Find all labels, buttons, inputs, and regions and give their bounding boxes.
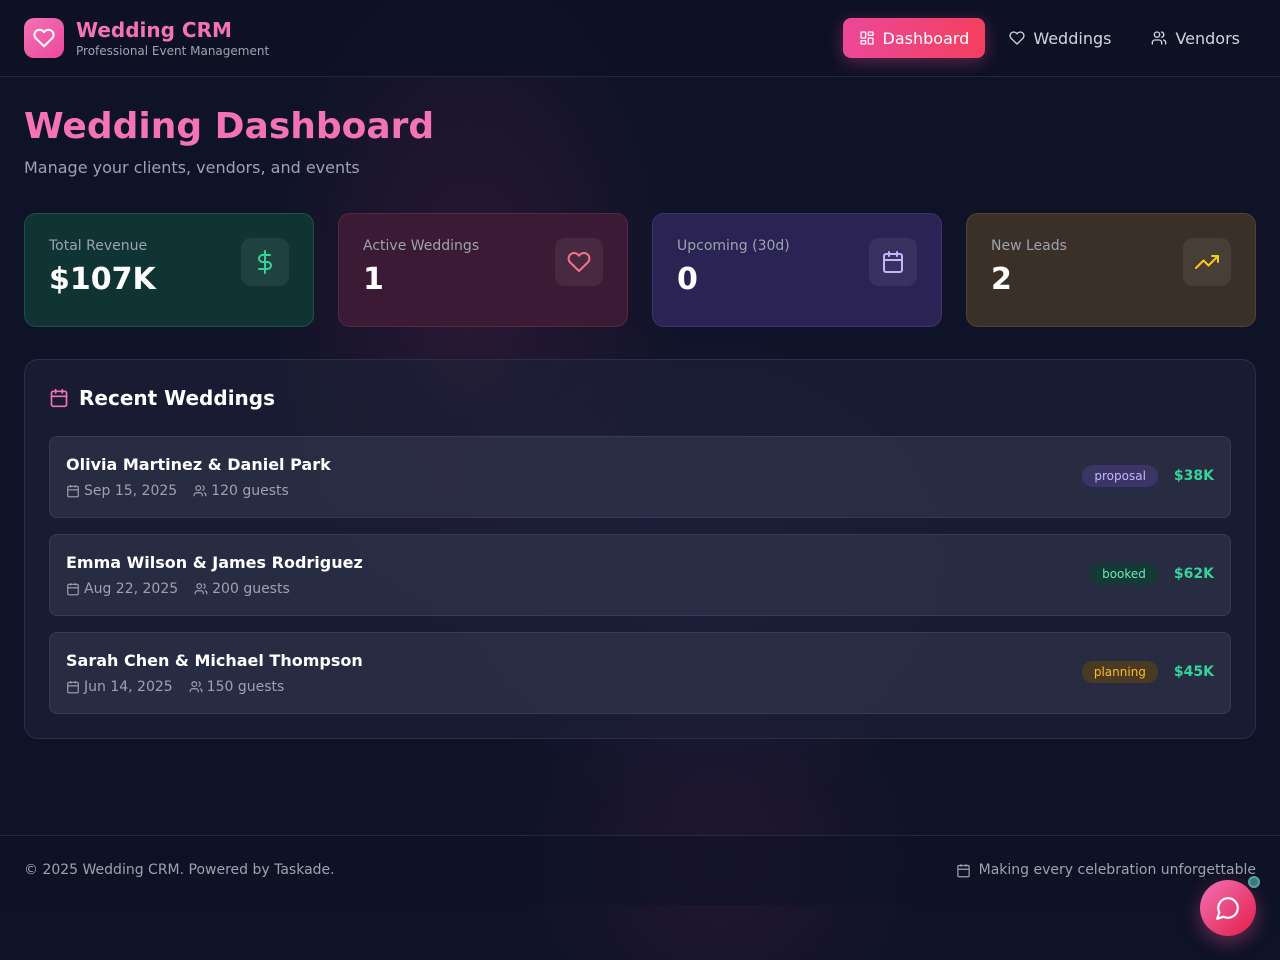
brand-title: Wedding CRM (76, 18, 232, 42)
footer-tagline-text: Making every celebration unforgettable (978, 862, 1256, 878)
calendar-icon (67, 485, 79, 498)
wedding-date: Aug 22, 2025 (66, 581, 178, 597)
heart-icon (33, 28, 55, 48)
row-right: planning $45K (1081, 661, 1214, 683)
stat-icon-box (1183, 238, 1231, 286)
calendar-icon (883, 251, 903, 273)
wedding-row[interactable]: Olivia Martinez & Daniel Park Sep 15, 20… (49, 436, 1231, 518)
stat-card-upcoming: Upcoming (30d) 0 (652, 213, 942, 327)
chat-button[interactable] (1200, 880, 1256, 936)
stat-card-active-weddings: Active Weddings 1 (338, 213, 628, 327)
panel-title-label: Recent Weddings (79, 386, 276, 410)
stat-icon-box (555, 238, 603, 286)
nav-dashboard[interactable]: Dashboard (842, 18, 986, 58)
guest-count-text: 150 guests (206, 679, 285, 695)
calendar-icon (50, 388, 68, 408)
couple-name: Emma Wilson & James Rodriguez (66, 553, 363, 572)
stat-card-revenue: Total Revenue $107K (24, 213, 314, 327)
couple-name: Sarah Chen & Michael Thompson (66, 651, 363, 670)
nav-vendors-label: Vendors (1175, 28, 1240, 48)
grid-icon (859, 31, 874, 45)
wedding-date: Jun 14, 2025 (66, 679, 173, 695)
heart-icon (1009, 31, 1025, 45)
wedding-date: Sep 15, 2025 (66, 483, 177, 499)
guest-count-text: 120 guests (211, 483, 289, 499)
stat-card-new-leads: New Leads 2 (966, 213, 1256, 327)
users-icon (1152, 31, 1167, 45)
status-badge: proposal (1082, 465, 1158, 487)
nav-weddings-label: Weddings (1033, 28, 1112, 48)
nav-vendors[interactable]: Vendors (1135, 18, 1256, 58)
calendar-icon (67, 583, 79, 596)
wedding-row[interactable]: Sarah Chen & Michael Thompson Jun 14, 20… (49, 632, 1231, 714)
row-right: booked $62K (1090, 563, 1214, 585)
guest-count-text: 200 guests (212, 581, 290, 597)
footer-tagline: Making every celebration unforgettable (956, 862, 1256, 878)
recent-weddings-panel: Recent Weddings Olivia Martinez & Daniel… (24, 359, 1256, 739)
wedding-amount: $38K (1173, 468, 1214, 484)
main-nav: Dashboard Weddings Vendors (842, 18, 1256, 58)
guest-count: 200 guests (194, 581, 290, 597)
status-dot (1248, 876, 1260, 888)
nav-weddings[interactable]: Weddings (993, 18, 1127, 58)
wedding-date-text: Aug 22, 2025 (84, 581, 179, 597)
wedding-date-text: Sep 15, 2025 (84, 483, 178, 499)
wedding-row[interactable]: Emma Wilson & James Rodriguez Aug 22, 20… (49, 534, 1231, 616)
guest-count: 150 guests (189, 679, 285, 695)
row-right: proposal $38K (1082, 465, 1214, 487)
calendar-icon (67, 681, 79, 694)
logo[interactable] (24, 18, 64, 58)
brand-subtitle: Professional Event Management (76, 44, 270, 58)
app-header: Wedding CRM Professional Event Managemen… (0, 0, 1280, 77)
chat-bubble-icon (1216, 897, 1239, 920)
wedding-meta: Jun 14, 2025 150 guests (66, 679, 284, 695)
couple-name: Olivia Martinez & Daniel Park (66, 455, 331, 474)
page-subtitle: Manage your clients, vendors, and events (24, 158, 360, 177)
panel-title: Recent Weddings (49, 386, 275, 410)
calendar-icon (956, 863, 970, 877)
wedding-amount: $62K (1173, 566, 1214, 582)
page-title: Wedding Dashboard (24, 106, 435, 147)
heart-icon (567, 252, 591, 272)
wedding-date-text: Jun 14, 2025 (84, 679, 173, 695)
status-badge: booked (1090, 563, 1158, 585)
users-icon (194, 583, 208, 595)
guest-count: 120 guests (193, 483, 289, 499)
wedding-meta: Sep 15, 2025 120 guests (66, 483, 289, 499)
users-icon (189, 681, 203, 693)
trending-up-icon (1195, 255, 1219, 269)
nav-dashboard-label: Dashboard (882, 28, 970, 48)
wedding-meta: Aug 22, 2025 200 guests (66, 581, 290, 597)
wedding-amount: $45K (1173, 664, 1214, 680)
footer-copyright: © 2025 Wedding CRM. Powered by Taskade. (24, 862, 335, 878)
app-footer: © 2025 Wedding CRM. Powered by Taskade. … (0, 835, 1280, 905)
users-icon (193, 485, 207, 497)
stat-icon-box (241, 238, 289, 286)
status-badge: planning (1081, 661, 1158, 683)
stat-icon-box (869, 238, 917, 286)
dollar-icon (258, 250, 272, 274)
